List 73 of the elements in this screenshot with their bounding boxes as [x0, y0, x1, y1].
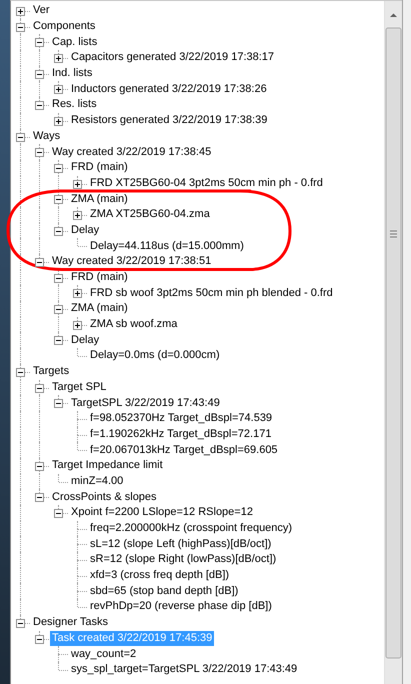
- tree-item[interactable]: FRD XT25BG60-04 3pt2ms 50cm min ph - 0.frd: [88, 176, 325, 191]
- collapse-icon[interactable]: [16, 368, 25, 377]
- tree-item[interactable]: xfd=3 (cross freq depth [dB]): [88, 568, 232, 584]
- collapse-icon[interactable]: [54, 164, 63, 173]
- tree-item[interactable]: f=98.052370Hz Target_dBspl=74.539: [88, 411, 274, 426]
- tree-item[interactable]: Target Impedance limit: [50, 458, 165, 474]
- collapse-icon[interactable]: [16, 618, 25, 628]
- tree-item[interactable]: Cap. lists: [50, 34, 100, 50]
- tree-item[interactable]: sR=12 (slope Right (lowPass)[dB/oct]): [88, 552, 278, 568]
- collapse-icon[interactable]: [16, 132, 25, 142]
- tree-item[interactable]: f=20.067013kHz Target_dBspl=69.605: [88, 442, 280, 458]
- tree-item[interactable]: revPhDp=20 (reverse phase dip [dB]): [88, 599, 274, 614]
- collapse-icon[interactable]: [35, 101, 44, 110]
- tree-item[interactable]: Xpoint f=2200 LSlope=12 RSlope=12: [69, 505, 255, 520]
- collapse-icon[interactable]: [35, 148, 44, 158]
- collapse-icon[interactable]: [35, 634, 44, 644]
- tree-item[interactable]: sbd=65 (stop band depth [dB]): [88, 584, 240, 599]
- collapse-icon[interactable]: [54, 509, 63, 518]
- tree-item[interactable]: Way created 3/22/2019 17:38:45: [50, 144, 214, 160]
- tree-item[interactable]: Res. lists: [50, 97, 99, 112]
- tree-item[interactable]: Capacitors generated 3/22/2019 17:38:17: [69, 50, 276, 66]
- expand-icon[interactable]: [16, 7, 25, 16]
- tree-item[interactable]: Delay=0.0ms (d=0.000cm): [88, 348, 222, 364]
- tree-item[interactable]: minZ=4.00: [69, 474, 126, 489]
- tree-item[interactable]: sys_spl_target=TargetSPL 3/22/2019 17:43:49: [69, 662, 300, 678]
- tree-item[interactable]: Targets: [31, 364, 72, 380]
- collapse-icon[interactable]: [35, 70, 44, 79]
- collapse-icon[interactable]: [35, 258, 44, 267]
- expand-icon[interactable]: [73, 289, 82, 298]
- expand-icon[interactable]: [73, 210, 82, 220]
- tree-item[interactable]: CrossPoints & slopes: [50, 490, 159, 505]
- tree-item[interactable]: FRD sb woof 3pt2ms 50cm min ph blended - 0.frd: [88, 286, 335, 301]
- grip-icon: [390, 230, 398, 238]
- tree-item[interactable]: Ind. lists: [50, 66, 94, 82]
- collapse-icon[interactable]: [54, 336, 63, 346]
- scroll-up-icon[interactable]: [390, 14, 397, 17]
- collapse-icon[interactable]: [54, 195, 63, 204]
- tree-item[interactable]: Ways: [31, 128, 62, 144]
- tree-item[interactable]: Delay=44.118us (d=15.000mm): [88, 238, 246, 254]
- tree-item[interactable]: Ver: [31, 3, 52, 18]
- tree-item[interactable]: Delay: [69, 332, 102, 348]
- tree-item[interactable]: way_count=2: [69, 646, 138, 662]
- collapse-icon[interactable]: [35, 384, 44, 392]
- tree-item[interactable]: Components: [31, 19, 98, 34]
- tree-item[interactable]: Resistors generated 3/22/2019 17:38:39: [69, 113, 270, 128]
- tree-item[interactable]: ZMA sb woof.zma: [88, 317, 180, 332]
- tree-item[interactable]: FRD (main): [69, 270, 130, 286]
- collapse-icon[interactable]: [54, 274, 63, 283]
- tree-item[interactable]: FRD (main): [69, 160, 130, 176]
- tree-item[interactable]: TargetSPL 3/22/2019 17:43:49: [69, 396, 222, 411]
- tree-item[interactable]: sL=12 (slope Left (highPass)[dB/oct]): [88, 536, 274, 552]
- collapse-icon[interactable]: [35, 462, 44, 471]
- collapse-icon[interactable]: [35, 38, 44, 48]
- tree-item[interactable]: ZMA (main): [69, 192, 130, 207]
- collapse-icon[interactable]: [35, 493, 44, 502]
- expand-icon[interactable]: [54, 85, 63, 94]
- tree-item[interactable]: freq=2.200000kHz (crosspoint frequency): [88, 521, 294, 536]
- tree-item[interactable]: f=1.190262kHz Target_dBspl=72.171: [88, 426, 274, 442]
- expand-icon[interactable]: [73, 320, 82, 330]
- expand-icon[interactable]: [54, 54, 63, 64]
- tree-item[interactable]: Inductors generated 3/22/2019 17:38:26: [69, 82, 269, 97]
- tree-item[interactable]: ZMA (main): [69, 301, 130, 316]
- collapse-icon[interactable]: [16, 22, 25, 32]
- tree-item[interactable]: Delay: [69, 222, 102, 238]
- expand-icon[interactable]: [54, 116, 63, 126]
- expand-icon[interactable]: [73, 180, 82, 189]
- collapse-icon[interactable]: [54, 226, 63, 236]
- tree-item[interactable]: ZMA XT25BG60-04.zma: [88, 207, 212, 222]
- tree-item[interactable]: Target SPL: [50, 380, 108, 395]
- collapse-icon[interactable]: [54, 399, 63, 408]
- tree-item[interactable]: Designer Tasks: [31, 615, 110, 630]
- tree-item[interactable]: Way created 3/22/2019 17:38:51: [50, 254, 214, 270]
- collapse-icon[interactable]: [54, 305, 63, 314]
